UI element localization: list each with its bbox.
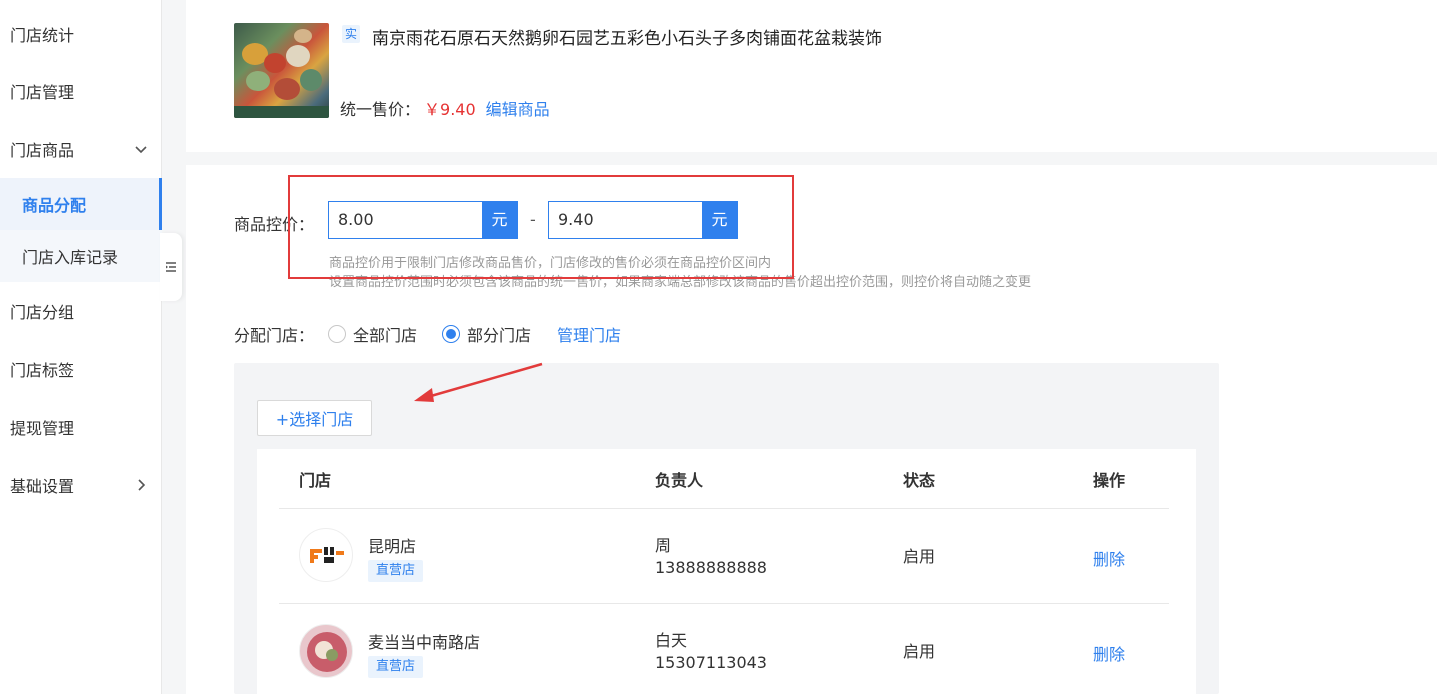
store-name: 昆明店 — [368, 537, 417, 556]
col-header-store: 门店 — [299, 471, 332, 490]
store-status: 启用 — [903, 642, 936, 661]
chevron-down-icon — [135, 146, 147, 154]
price-min-input[interactable]: 8.00 元 — [328, 201, 518, 239]
chevron-right-icon — [138, 479, 146, 491]
table-divider — [279, 603, 1169, 604]
store-avatar — [299, 528, 353, 582]
radio-partial-stores[interactable]: 部分门店 — [442, 322, 531, 346]
product-image-caption — [234, 106, 329, 118]
product-image — [234, 23, 329, 118]
store-name: 麦当当中南路店 — [368, 633, 481, 652]
unified-price-value: ￥9.40 — [424, 100, 476, 119]
store-avatar — [299, 624, 353, 678]
col-header-action: 操作 — [1093, 471, 1126, 490]
physical-goods-tag: 实 — [342, 25, 360, 43]
assign-store-label: 分配门店： — [234, 326, 315, 345]
owner-phone: 13888888888 — [655, 558, 767, 577]
sidebar-collapse-handle[interactable] — [160, 233, 182, 301]
col-header-status: 状态 — [903, 471, 936, 490]
price-min-value[interactable]: 8.00 — [329, 202, 482, 238]
owner-name: 周 — [655, 536, 672, 555]
selected-stores-area: +选择门店 门店 负责人 状态 操作 昆明店 直营店 周 13888888888… — [234, 363, 1219, 694]
stores-table: 门店 负责人 状态 操作 昆明店 直营店 周 13888888888 启用 删除… — [257, 449, 1196, 694]
sidebar-item-store-manage[interactable]: 门店管理 — [0, 65, 162, 117]
col-header-owner: 负责人 — [655, 471, 704, 490]
price-range-separator: - — [530, 210, 536, 229]
select-stores-button[interactable]: +选择门店 — [257, 400, 372, 436]
sidebar-item-store-group[interactable]: 门店分组 — [0, 285, 162, 337]
store-type-tag: 直营店 — [368, 560, 424, 582]
assign-form-panel: 商品控价： 8.00 元 - 9.40 元 商品控价用于限制门店修改商品售价，门… — [186, 165, 1437, 694]
price-control-label: 商品控价： — [234, 215, 315, 234]
owner-name: 白天 — [655, 631, 688, 650]
price-max-input[interactable]: 9.40 元 — [548, 201, 738, 239]
sidebar: 门店统计 门店管理 门店商品 商品分配 门店入库记录 门店分组 门店标签 提现管… — [0, 0, 162, 694]
sidebar-item-withdraw[interactable]: 提现管理 — [0, 401, 162, 453]
product-card: 实 南京雨花石原石天然鹅卵石园艺五彩色小石头子多肉铺面花盆栽装饰 统一售价： ￥9… — [186, 0, 1437, 152]
menu-fold-icon — [166, 262, 176, 272]
price-min-unit: 元 — [482, 202, 517, 238]
price-control-hint-1: 商品控价用于限制门店修改商品售价，门店修改的售价必须在商品控价区间内 — [329, 256, 772, 271]
sidebar-item-store-stats[interactable]: 门店统计 — [0, 8, 162, 60]
delete-store-button[interactable]: 删除 — [1093, 546, 1125, 570]
owner-phone: 15307113043 — [655, 653, 767, 672]
radio-circle[interactable] — [442, 325, 460, 343]
store-logo-icon — [310, 547, 344, 563]
edit-product-link[interactable]: 编辑商品 — [486, 100, 550, 119]
price-control-hint-2: 设置商品控价范围时必须包含该商品的统一售价，如果商家端总部修改该商品的售价超出控… — [329, 275, 1032, 290]
store-photo-icon — [307, 632, 347, 672]
price-max-value[interactable]: 9.40 — [549, 202, 702, 238]
manage-stores-link[interactable]: 管理门店 — [557, 322, 621, 346]
store-type-tag: 直营店 — [368, 656, 424, 678]
sidebar-item-store-tags[interactable]: 门店标签 — [0, 343, 162, 395]
table-divider — [279, 508, 1169, 509]
product-title: 南京雨花石原石天然鹅卵石园艺五彩色小石头子多肉铺面花盆栽装饰 — [372, 29, 882, 49]
price-max-unit: 元 — [702, 202, 737, 238]
radio-all-stores[interactable]: 全部门店 — [328, 322, 417, 346]
store-status: 启用 — [903, 547, 936, 566]
sidebar-item-basic-settings[interactable]: 基础设置 — [0, 459, 162, 511]
sidebar-item-store-goods[interactable]: 门店商品 — [0, 123, 162, 175]
delete-store-button[interactable]: 删除 — [1093, 641, 1125, 665]
radio-circle[interactable] — [328, 325, 346, 343]
sidebar-item-stock-in-records[interactable]: 门店入库记录 — [0, 230, 162, 282]
unified-price-row: 统一售价： ￥9.40 编辑商品 — [340, 96, 550, 120]
sidebar-item-goods-assign[interactable]: 商品分配 — [0, 178, 162, 230]
unified-price-label: 统一售价： — [340, 100, 421, 119]
